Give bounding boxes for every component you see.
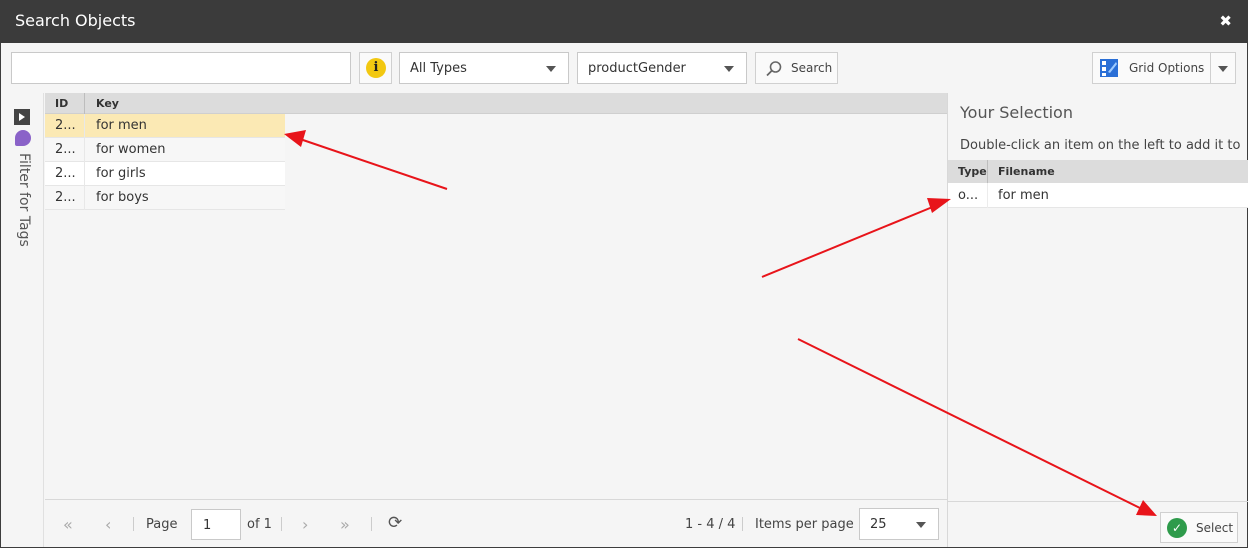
prev-page-icon[interactable]: ‹ <box>105 515 111 534</box>
selection-footer: ✓ Select <box>948 501 1248 547</box>
search-input[interactable] <box>11 52 351 84</box>
info-icon: i <box>366 58 386 78</box>
search-icon <box>766 61 782 77</box>
cell-divider <box>84 114 85 138</box>
toolbar: i All Types productGender Search Grid Op… <box>1 43 1247 93</box>
cell-filename: for men <box>998 188 1049 203</box>
class-select[interactable]: productGender <box>577 52 747 84</box>
items-per-page-label: Items per page <box>755 517 854 532</box>
chevron-down-icon <box>916 522 926 528</box>
cell-divider <box>84 186 85 210</box>
cell-id: 2... <box>55 166 76 181</box>
expand-icon[interactable] <box>14 109 30 125</box>
chevron-down-icon <box>1218 66 1228 72</box>
cell-id: 2... <box>55 118 76 133</box>
table-row[interactable]: 2... for boys <box>45 186 285 210</box>
search-button-label: Search <box>791 61 833 75</box>
cell-divider <box>987 183 988 208</box>
grid-rows: 2... for men 2... for women 2... for gir… <box>45 114 285 210</box>
grid-options-label: Grid Options <box>1129 61 1205 75</box>
select-button-label: Select <box>1196 521 1234 535</box>
window-titlebar: Search Objects ✖ <box>0 0 1248 43</box>
cell-divider <box>84 162 85 186</box>
first-page-icon[interactable]: « <box>63 515 73 534</box>
close-icon[interactable]: ✖ <box>1219 12 1232 30</box>
results-grid: ID Key 2... for men 2... for women 2... … <box>45 93 947 499</box>
last-page-icon[interactable]: » <box>340 515 350 534</box>
selected-item-row[interactable]: o... for men <box>948 183 1248 208</box>
page-count-label: of 1 <box>247 517 272 532</box>
search-button[interactable]: Search <box>755 52 838 84</box>
page-number-value: 1 <box>203 518 212 533</box>
column-header-type[interactable]: Type <box>958 165 987 178</box>
select-button[interactable]: ✓ Select <box>1160 512 1238 543</box>
type-select-value: All Types <box>410 61 467 76</box>
class-select-value: productGender <box>588 61 686 76</box>
divider <box>133 517 134 531</box>
table-row[interactable]: 2... for men <box>45 114 285 138</box>
cell-id: 2... <box>55 190 76 205</box>
type-select[interactable]: All Types <box>399 52 569 84</box>
page-number-input[interactable]: 1 <box>191 509 241 540</box>
divider <box>371 517 372 531</box>
page-label: Page <box>146 517 178 532</box>
chevron-down-icon <box>546 66 556 72</box>
items-per-page-select[interactable]: 25 <box>859 508 939 540</box>
column-divider[interactable] <box>987 160 988 183</box>
table-row[interactable]: 2... for women <box>45 138 285 162</box>
grid-options-icon <box>1100 59 1118 77</box>
tag-icon <box>15 130 31 146</box>
items-per-page-value: 25 <box>870 517 887 532</box>
grid-options-button[interactable]: Grid Options <box>1092 52 1211 84</box>
tag-filter-label[interactable]: Filter for Tags <box>16 153 32 247</box>
column-header-id[interactable]: ID <box>55 97 68 110</box>
cell-key: for women <box>96 142 166 157</box>
column-header-filename[interactable]: Filename <box>998 165 1055 178</box>
chevron-down-icon <box>724 66 734 72</box>
cell-type: o... <box>958 188 979 203</box>
selection-panel: Your Selection Double-click an item on t… <box>947 93 1248 547</box>
cell-id: 2... <box>55 142 76 157</box>
search-objects-dialog: i All Types productGender Search Grid Op… <box>1 43 1248 547</box>
info-button[interactable]: i <box>359 52 392 84</box>
selection-title: Your Selection <box>960 103 1073 122</box>
window-title: Search Objects <box>15 11 136 30</box>
next-page-icon[interactable]: › <box>302 515 308 534</box>
check-icon: ✓ <box>1167 518 1187 538</box>
selection-grid-header: Type Filename <box>948 160 1248 183</box>
table-row[interactable]: 2... for girls <box>45 162 285 186</box>
divider <box>281 517 282 531</box>
cell-key: for men <box>96 118 147 133</box>
pagination-bar: « ‹ Page 1 of 1 › » ⟳ 1 - 4 / 4 Items pe… <box>45 499 947 547</box>
column-header-key[interactable]: Key <box>96 97 119 110</box>
cell-divider <box>84 138 85 162</box>
grid-header: ID Key <box>45 93 947 114</box>
cell-key: for boys <box>96 190 149 205</box>
column-divider[interactable] <box>84 93 85 114</box>
selection-hint: Double-click an item on the left to add … <box>960 138 1241 153</box>
cell-key: for girls <box>96 166 146 181</box>
result-range: 1 - 4 / 4 <box>685 517 736 532</box>
tag-filter-sidebar: Filter for Tags <box>1 93 44 547</box>
grid-options-dropdown[interactable] <box>1210 52 1236 84</box>
divider <box>742 517 743 531</box>
refresh-icon[interactable]: ⟳ <box>388 513 402 533</box>
